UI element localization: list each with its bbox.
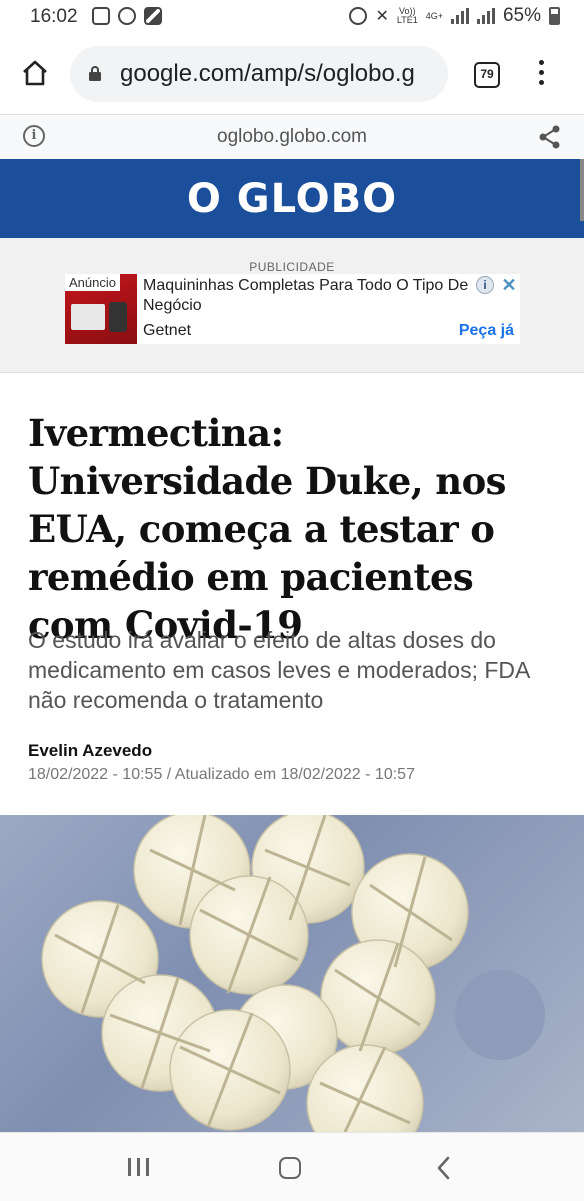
network-type: 4G+ <box>425 10 443 21</box>
browser-toolbar: google.com/amp/s/oglobo.g 79 <box>0 34 584 115</box>
status-bar: 16:02 ✕ Vo)) LTE1 4G+ 65% <box>0 0 584 34</box>
amp-header: i oglobo.globo.com <box>0 115 584 160</box>
card-machine-image <box>109 302 127 332</box>
nav-home-button[interactable] <box>279 1157 301 1179</box>
home-icon <box>23 60 47 86</box>
site-logo[interactable]: O GLOBO <box>0 176 584 222</box>
scrollbar[interactable] <box>580 159 584 221</box>
ad-advertiser: Getnet <box>143 322 192 339</box>
signal-icon-2 <box>476 8 495 24</box>
more-vert-icon[interactable] <box>539 60 547 90</box>
lock-icon <box>89 66 101 81</box>
site-header: O GLOBO <box>0 159 584 238</box>
url-text: google.com/amp/s/oglobo.g <box>120 60 415 87</box>
article-author[interactable]: Evelin Azevedo <box>28 741 152 761</box>
volte-indicator: Vo)) LTE1 <box>396 6 418 25</box>
instagram-icon <box>92 7 110 25</box>
ad-title[interactable]: Maquininhas Completas Para Todo O Tipo D… <box>143 276 493 316</box>
ad-zone: PUBLICIDADE Anúncio Maquininhas Completa… <box>0 238 584 373</box>
ad-cta-link[interactable]: Peça já <box>459 322 514 340</box>
recent-apps-button[interactable] <box>128 1158 149 1176</box>
pills-image <box>41 815 545 1132</box>
back-button[interactable] <box>433 1155 455 1181</box>
article-headline: Ivermectina: Universidade Duke, nos EUA,… <box>28 411 507 647</box>
system-icons: ✕ Vo)) LTE1 4G+ 65% <box>349 5 560 27</box>
article-dates: 18/02/2022 - 10:55 / Atualizado em 18/02… <box>28 766 415 783</box>
whatsapp-icon <box>118 7 136 25</box>
ad-image[interactable]: Anúncio <box>65 274 137 344</box>
battery-percent: 65% <box>502 5 541 26</box>
tab-switcher-button[interactable]: 79 <box>474 62 500 88</box>
gallery-icon <box>144 7 162 25</box>
ad-banner[interactable]: Anúncio Maquininhas Completas Para Todo … <box>65 274 520 344</box>
article-photo[interactable] <box>0 815 584 1132</box>
ad-label: PUBLICIDADE <box>249 260 335 274</box>
system-nav-bar <box>0 1132 584 1201</box>
ad-image-detail <box>71 304 105 330</box>
ad-close-icon[interactable]: ✕ <box>499 275 519 295</box>
notification-icons <box>92 7 162 25</box>
amp-domain: oglobo.globo.com <box>217 126 367 147</box>
home-button[interactable] <box>20 58 50 88</box>
share-icon[interactable] <box>537 124 563 150</box>
url-field[interactable]: google.com/amp/s/oglobo.g <box>70 46 448 102</box>
ad-info-icon[interactable]: i <box>476 276 494 294</box>
battery-icon <box>549 7 560 25</box>
alarm-icon <box>349 7 368 25</box>
article-subheadline: O estudo irá avaliar o efeito de altas d… <box>28 627 530 713</box>
ad-tag: Anúncio <box>65 274 120 291</box>
signal-icon <box>450 8 469 24</box>
mute-icon: ✕ <box>375 8 389 25</box>
status-time: 16:02 <box>30 6 78 27</box>
